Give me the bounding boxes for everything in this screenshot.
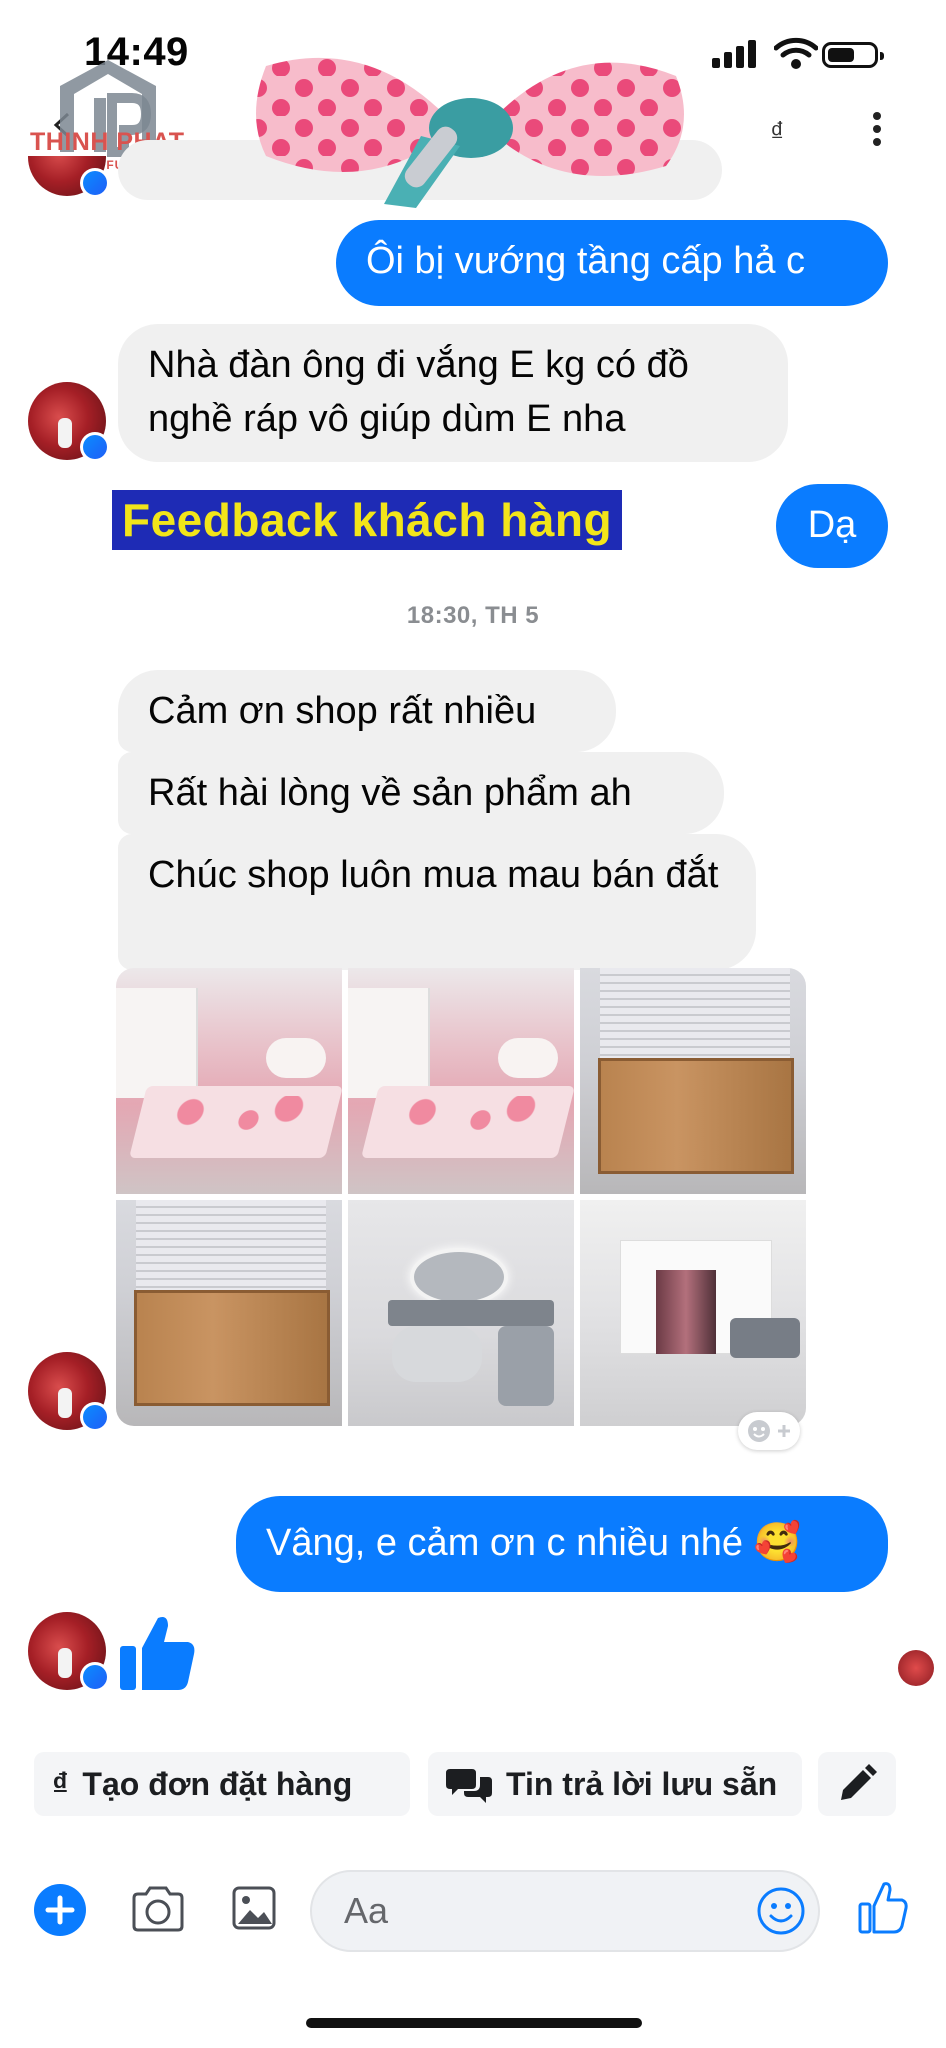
- thumbs-up-icon: [120, 1617, 195, 1690]
- message-bubble-incoming[interactable]: Cảm ơn shop rất nhiều: [118, 670, 616, 752]
- read-receipt-avatar: [898, 1650, 934, 1686]
- add-attachment-button[interactable]: [34, 1884, 86, 1936]
- wifi-icon: [774, 37, 818, 69]
- photo-thumbnail[interactable]: [580, 1200, 806, 1426]
- avatar[interactable]: [28, 382, 110, 462]
- home-indicator: [306, 2018, 642, 2028]
- photo-thumbnail[interactable]: [116, 968, 342, 1194]
- edit-chip[interactable]: [818, 1752, 896, 1816]
- photo-grid: [116, 968, 806, 1428]
- dong-icon: ₫: [52, 1765, 69, 1802]
- message-bubble-incoming[interactable]: Nhà đàn ông đi vắng E kg có đồ nghề ráp …: [118, 324, 788, 462]
- saved-replies-chip[interactable]: Tin trả lời lưu sẵn: [428, 1752, 802, 1816]
- dong-currency-icon[interactable]: ₫: [770, 116, 784, 148]
- photo-thumbnail[interactable]: [348, 968, 574, 1194]
- add-reaction-button[interactable]: [738, 1412, 800, 1450]
- smiley-icon: [748, 1420, 770, 1442]
- polka-dot-bow-sticker: [256, 57, 684, 208]
- photo-thumbnail[interactable]: [580, 968, 806, 1194]
- photo-thumbnail[interactable]: [116, 1200, 342, 1426]
- avatar[interactable]: [28, 1612, 110, 1692]
- create-order-chip[interactable]: ₫ Tạo đơn đặt hàng: [34, 1752, 410, 1816]
- more-options-icon[interactable]: [872, 112, 882, 152]
- photo-thumbnail[interactable]: [348, 1200, 574, 1426]
- like-button-icon[interactable]: [858, 1880, 908, 1934]
- message-bubble-outgoing[interactable]: Vâng, e cảm ơn c nhiều nhé 🥰: [236, 1496, 888, 1592]
- plus-icon: [45, 1895, 75, 1925]
- message-timestamp: 18:30, TH 5: [406, 602, 540, 629]
- avatar[interactable]: [28, 1352, 110, 1432]
- gallery-icon[interactable]: [232, 1884, 276, 1932]
- message-bubble-incoming[interactable]: Rất hài lòng về sản phẩm ah: [118, 752, 724, 834]
- message-input-placeholder: Aa: [344, 1890, 389, 1931]
- plus-icon: [778, 1425, 790, 1437]
- message-bubble-outgoing[interactable]: Dạ: [776, 484, 888, 568]
- camera-icon[interactable]: [130, 1884, 186, 1934]
- cellular-signal-icon: [712, 40, 756, 68]
- battery-icon: [822, 42, 884, 68]
- message-bubble-incoming[interactable]: Chúc shop luôn mua mau bán đắt: [118, 834, 756, 970]
- message-bubble-outgoing[interactable]: Ôi bị vướng tầng cấp hả c: [336, 220, 888, 306]
- emoji-icon[interactable]: [756, 1886, 806, 1936]
- chip-label: Tạo đơn đặt hàng: [82, 1765, 353, 1802]
- feedback-overlay-label: Feedback khách hàng: [112, 490, 623, 550]
- chat-bubbles-icon: [446, 1769, 492, 1803]
- pencil-icon: [841, 1764, 877, 1800]
- chip-label: Tin trả lời lưu sẵn: [506, 1765, 778, 1802]
